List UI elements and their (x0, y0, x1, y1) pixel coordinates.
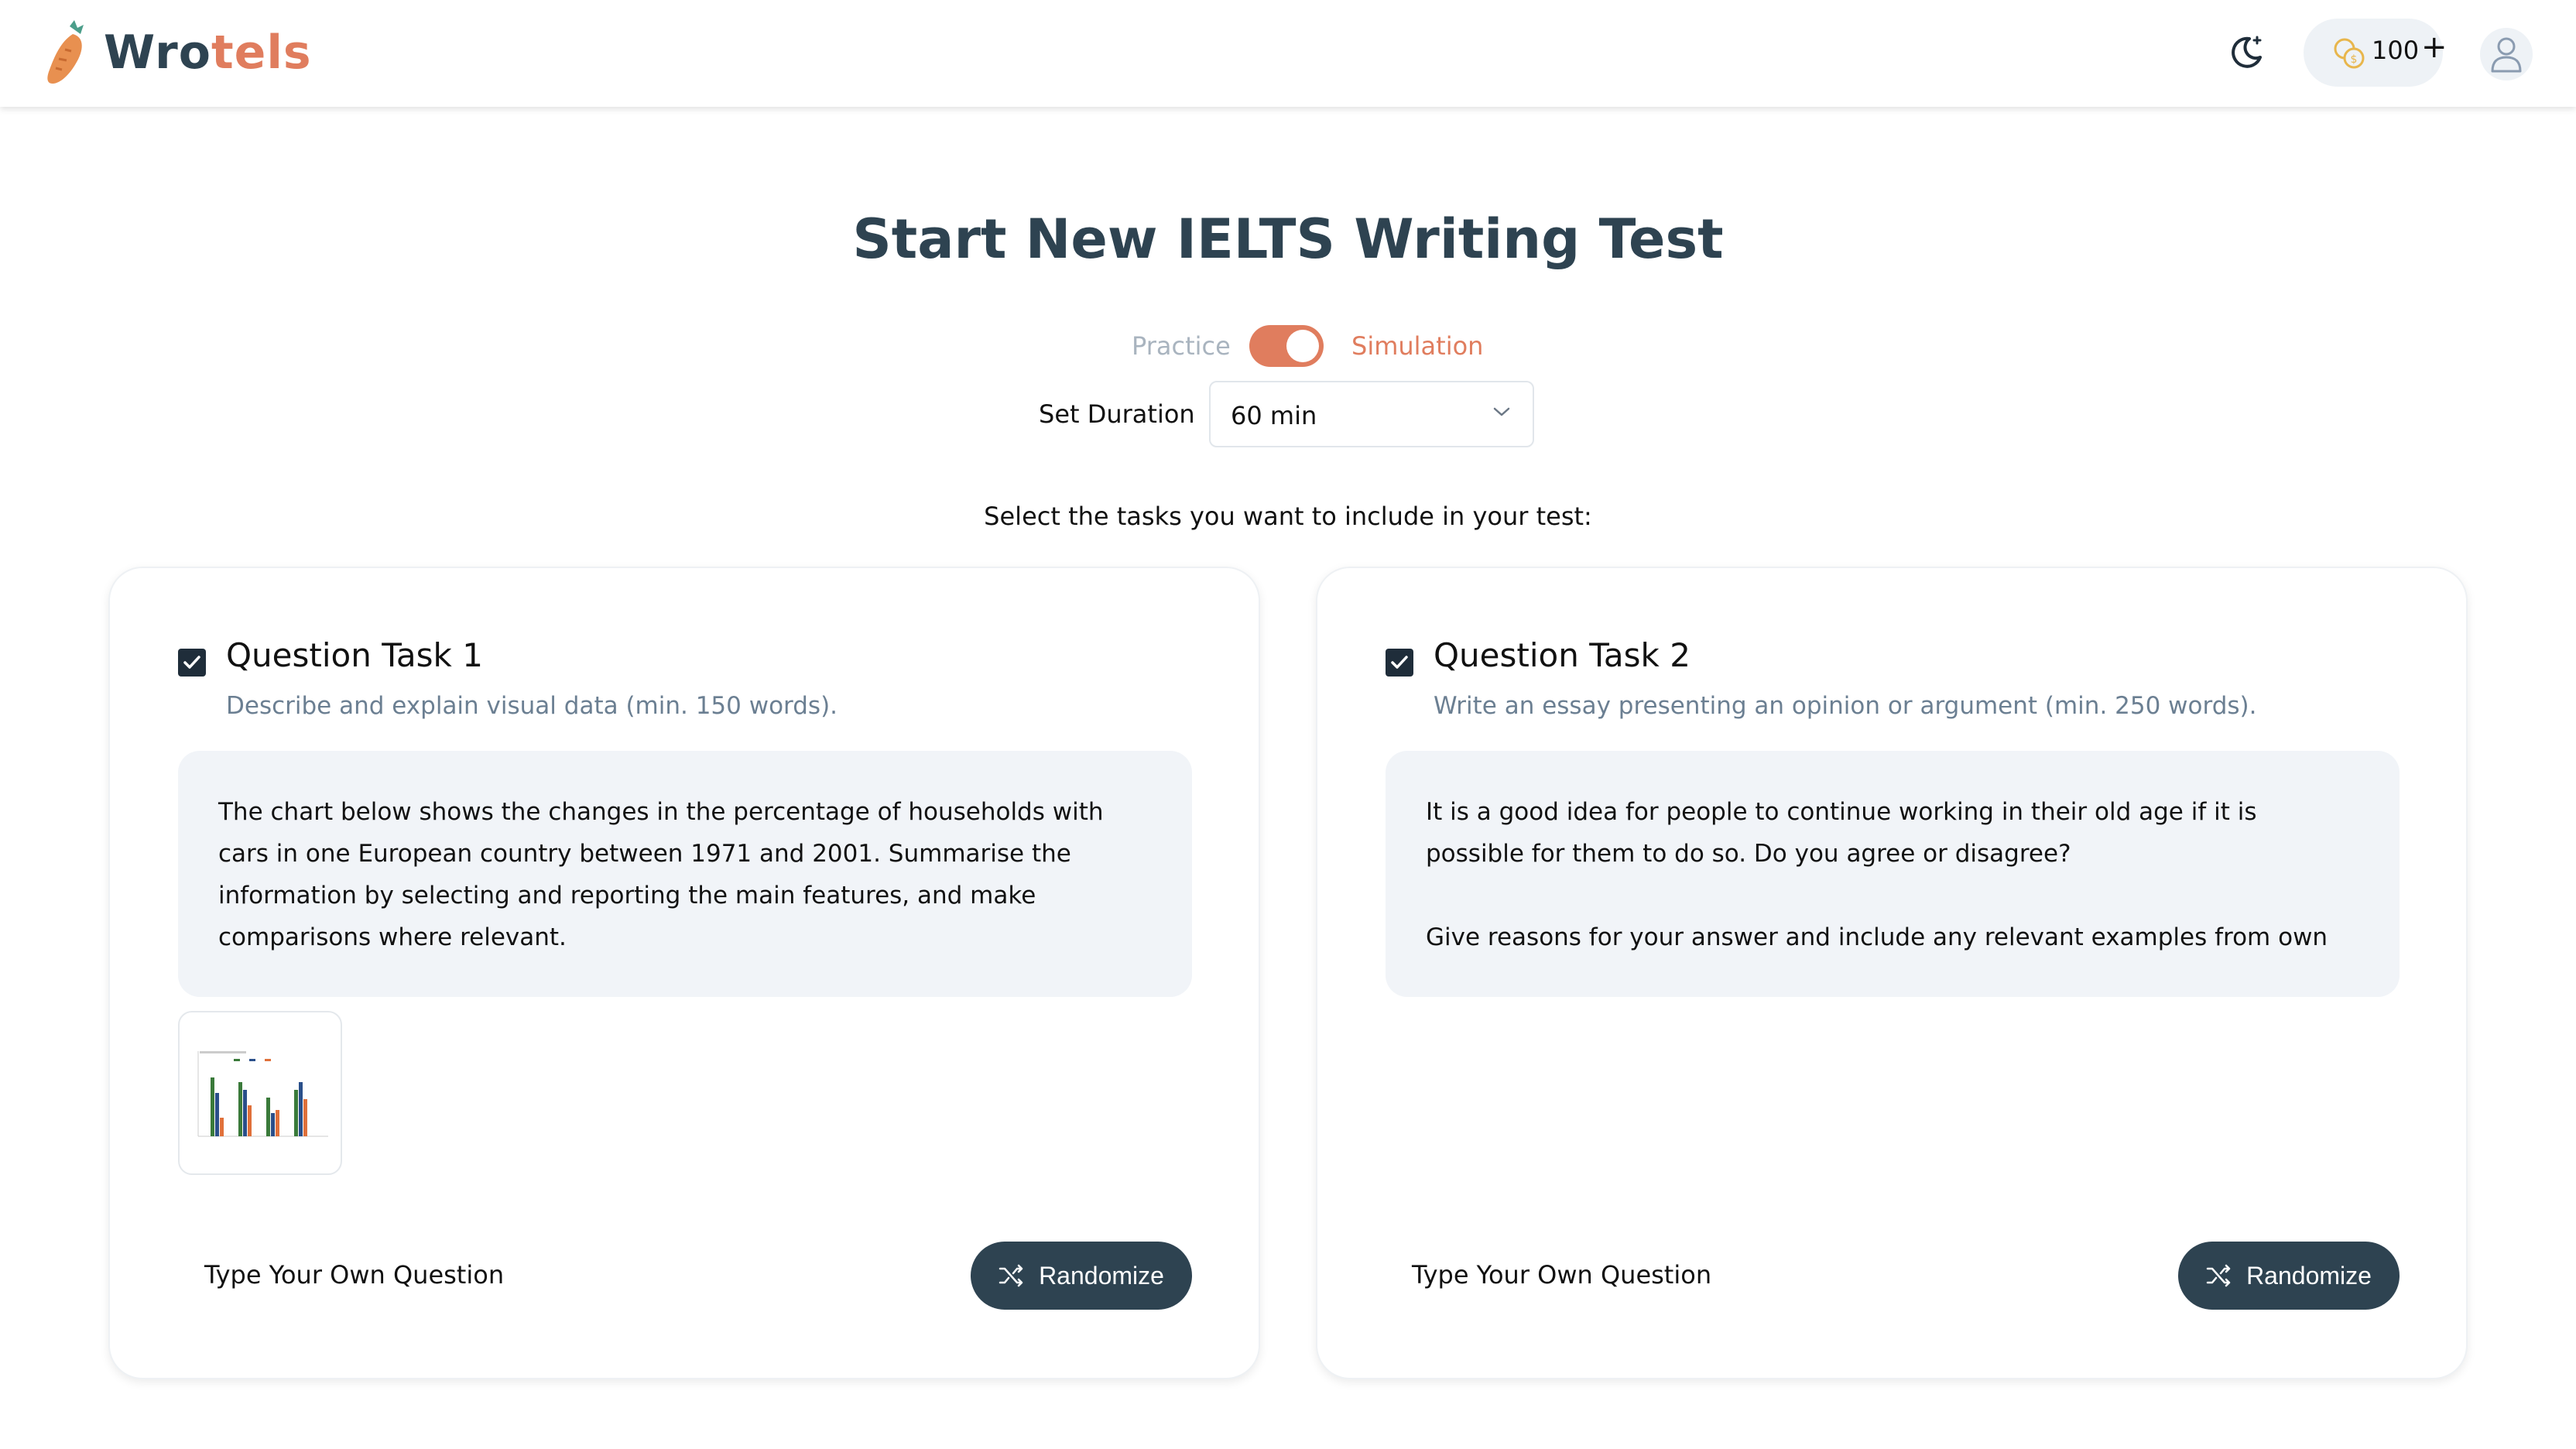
credits-badge[interactable]: $ 100 + (2304, 19, 2448, 87)
brand-name-part1: Wro (104, 26, 211, 80)
user-icon (2491, 37, 2522, 73)
task1-card: Question Task 1 Describe and explain vis… (108, 567, 1260, 1379)
task1-prompt: The chart below shows the changes in the… (178, 751, 1192, 997)
brand-name-part2: tels (211, 26, 312, 80)
duration-label: Set Duration (1039, 399, 1195, 429)
credits-count: 100 (2372, 36, 2420, 65)
task2-prompt-text-1: It is a good idea for people to continue… (1426, 798, 2257, 868)
chevron-down-icon (1493, 407, 1510, 416)
mode-toggle-row: Practice Simulation (0, 320, 2576, 375)
task1-prompt-text: The chart below shows the changes in the… (218, 798, 1104, 951)
check-icon (183, 656, 200, 669)
instructions-text: Select the tasks you want to include in … (984, 502, 1592, 531)
task2-subtitle: Write an essay presenting an opinion or … (1434, 692, 2257, 720)
mode-practice-label[interactable]: Practice (1132, 331, 1231, 361)
brand-name: Wrotels (104, 26, 312, 80)
task1-title: Question Task 1 (226, 636, 483, 674)
task1-chart-thumbnail[interactable] (178, 1011, 342, 1175)
mode-simulation-label[interactable]: Simulation (1351, 331, 1483, 361)
shuffle-icon (2206, 1264, 2231, 1287)
moon-icon[interactable] (2226, 33, 2266, 73)
check-icon (1391, 656, 1408, 669)
task2-checkbox[interactable] (1386, 649, 1413, 677)
task2-randomize-label: Randomize (2246, 1261, 2372, 1290)
task1-checkbox[interactable] (178, 649, 206, 677)
carrot-logo-icon (47, 20, 84, 84)
task1-own-question-link[interactable]: Type Your Own Question (204, 1260, 504, 1290)
chart-thumbnail (197, 1051, 328, 1137)
coins-icon: $ (2334, 38, 2365, 69)
shuffle-icon (999, 1264, 1023, 1287)
mode-toggle[interactable] (1249, 325, 1324, 367)
toggle-knob (1286, 330, 1319, 362)
task1-randomize-label: Randomize (1039, 1261, 1164, 1290)
page-title: Start New IELTS Writing Test (852, 207, 1724, 271)
task2-randomize-button[interactable]: Randomize (2178, 1242, 2400, 1310)
task2-own-question-link[interactable]: Type Your Own Question (1412, 1260, 1711, 1290)
task2-title: Question Task 2 (1434, 636, 1690, 674)
avatar[interactable] (2480, 28, 2533, 80)
task1-randomize-button[interactable]: Randomize (971, 1242, 1192, 1310)
svg-text:$: $ (2351, 53, 2358, 66)
top-header: Wrotels $ 100 + (0, 0, 2576, 107)
add-credits-button[interactable]: + (2421, 29, 2448, 65)
task2-prompt: It is a good idea for people to continue… (1386, 751, 2400, 997)
task2-prompt-text-2: Give reasons for your answer and include… (1426, 923, 2328, 951)
duration-select[interactable]: 60 min (1209, 381, 1534, 447)
brand-logo[interactable]: Wrotels (43, 20, 312, 85)
task2-card: Question Task 2 Write an essay presentin… (1316, 567, 2468, 1379)
duration-value: 60 min (1231, 401, 1317, 430)
task1-subtitle: Describe and explain visual data (min. 1… (226, 692, 838, 720)
